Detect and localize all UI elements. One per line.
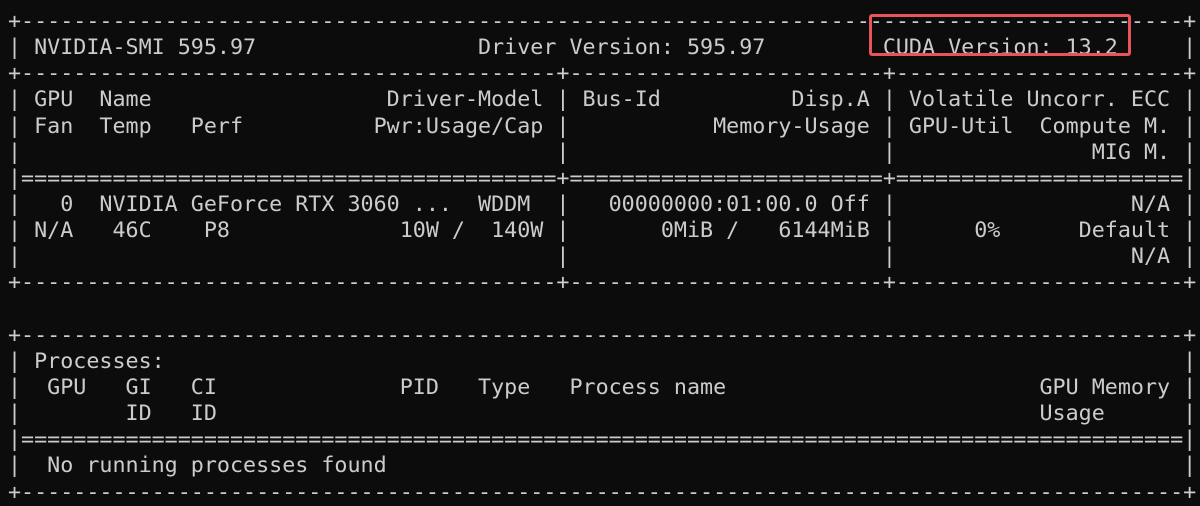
- table-border-bottom: +---------------------------------------…: [8, 270, 1197, 296]
- processes-separator: |=======================================…: [8, 427, 1197, 453]
- header-separator: |=======================================…: [8, 165, 1197, 191]
- processes-header-line-1: | GPU GI CI PID Type Process name GPU Me…: [8, 374, 1197, 400]
- table-border-top: +---------------------------------------…: [8, 9, 1197, 34]
- header-versions-line: | NVIDIA-SMI 595.97 Driver Version: 595.…: [8, 35, 1197, 61]
- processes-border-top: +---------------------------------------…: [8, 322, 1197, 348]
- gpu-row-line-2: | N/A 46C P8 10W / 140W | 0MiB / 6144MiB…: [8, 218, 1197, 244]
- no-processes-message: | No running processes found |: [8, 453, 1197, 479]
- column-header-line-1: | GPU Name Driver-Model | Bus-Id Disp.A …: [8, 87, 1197, 113]
- processes-header-line-2: | ID ID Usage |: [8, 401, 1197, 427]
- gpu-row-line-1: | 0 NVIDIA GeForce RTX 3060 ... WDDM | 0…: [8, 191, 1197, 217]
- column-header-line-2: | Fan Temp Perf Pwr:Usage/Cap | Memory-U…: [8, 113, 1197, 139]
- processes-title: | Processes: |: [8, 348, 1197, 374]
- column-header-line-3: | | | MIG M. |: [8, 139, 1197, 165]
- gpu-row-line-3: | | | N/A |: [8, 244, 1197, 270]
- table-divider: +---------------------------------------…: [8, 61, 1197, 87]
- terminal-window[interactable]: +---------------------------------------…: [0, 0, 1200, 505]
- processes-border-bottom: +---------------------------------------…: [8, 479, 1197, 505]
